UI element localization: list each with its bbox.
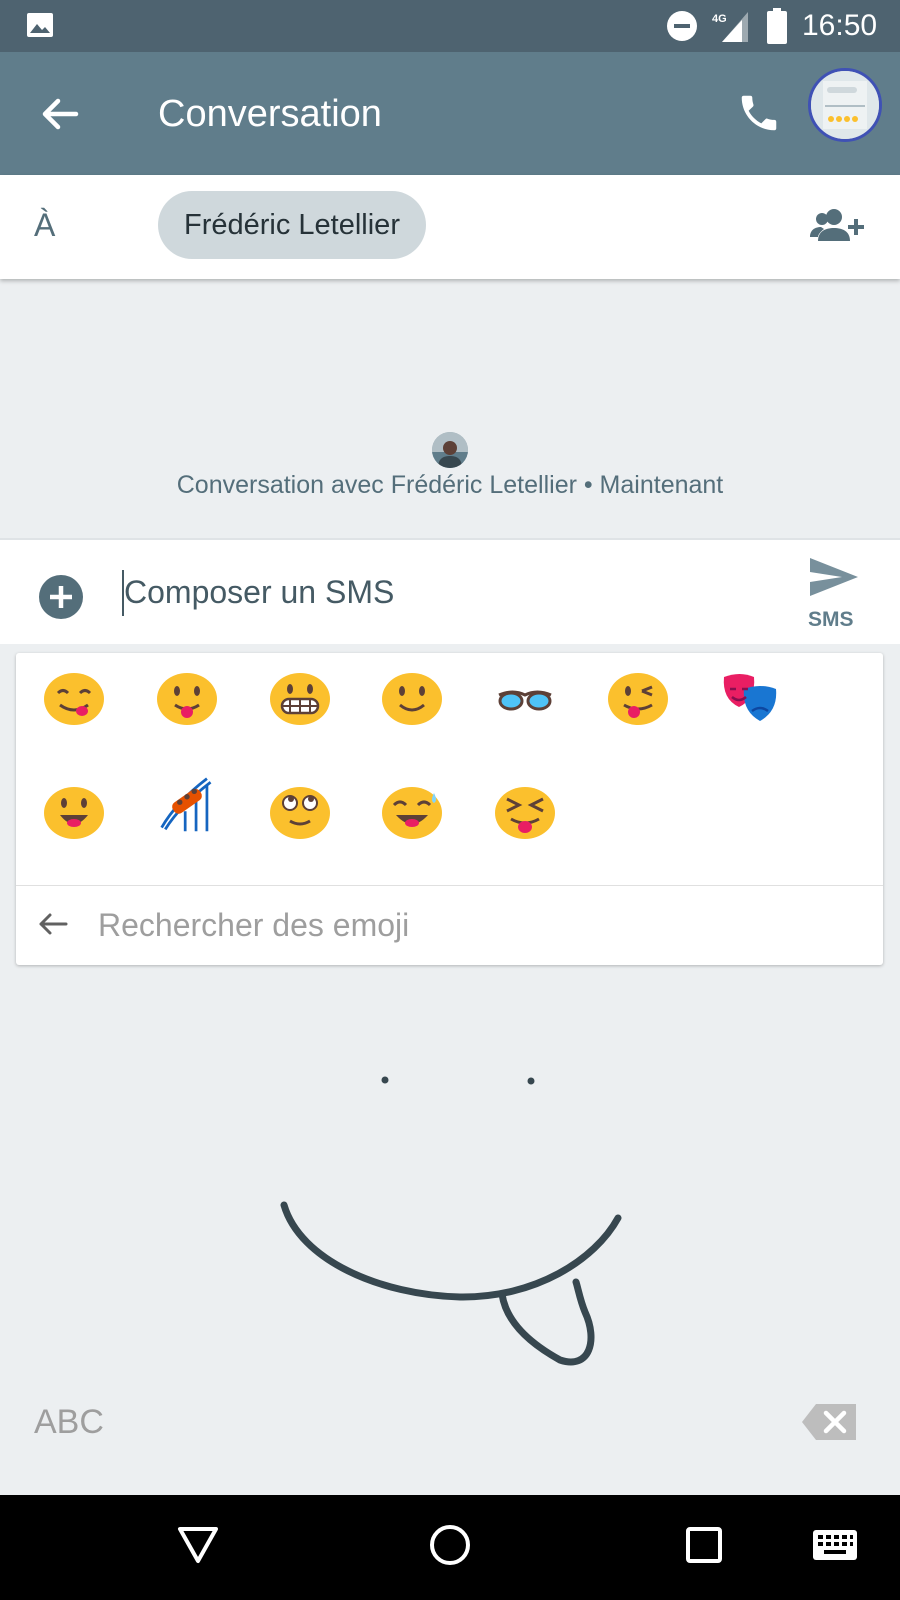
emoji-panel: Rechercher des emoji <box>16 653 883 965</box>
keyboard-switch-icon[interactable] <box>812 1529 858 1563</box>
app-bar: Conversation <box>0 52 900 175</box>
do-not-disturb-icon <box>667 11 697 41</box>
squint-tongue-face-emoji[interactable] <box>493 783 557 841</box>
signal-icon: 4G <box>712 12 748 42</box>
gallery-icon <box>27 13 53 37</box>
sunglasses-emoji[interactable] <box>493 669 557 727</box>
tongue-face-emoji[interactable] <box>155 669 219 727</box>
abc-keyboard-toggle[interactable]: ABC <box>34 1402 104 1442</box>
wink-tongue-face-emoji[interactable] <box>606 669 670 727</box>
yum-face-emoji[interactable] <box>42 669 106 727</box>
status-bar: 4G 16:50 <box>0 0 900 52</box>
network-label: 4G <box>712 13 727 25</box>
phone-icon[interactable] <box>736 90 782 136</box>
home-nav-icon[interactable] <box>428 1523 472 1567</box>
smile-face-emoji[interactable] <box>380 669 444 727</box>
handwriting-canvas[interactable] <box>0 970 900 1410</box>
drawn-left-eye <box>381 1076 389 1084</box>
send-icon[interactable] <box>808 556 860 598</box>
app-title: Conversation <box>158 93 382 135</box>
rolling-eyes-face-emoji[interactable] <box>268 783 332 841</box>
performing-arts-emoji[interactable] <box>718 669 782 727</box>
conversation-info: Conversation avec Frédéric Letellier • M… <box>176 471 724 499</box>
avatar[interactable] <box>808 68 882 142</box>
recents-nav-icon[interactable] <box>684 1525 724 1565</box>
back-arrow-icon[interactable] <box>38 92 82 136</box>
navigation-bar <box>0 1495 900 1600</box>
message-input[interactable]: Composer un SMS <box>124 566 394 618</box>
open-mouth-face-emoji[interactable] <box>42 783 106 841</box>
emoji-search-input[interactable]: Rechercher des emoji <box>98 903 409 947</box>
drawn-right-eye <box>527 1077 535 1085</box>
to-label: À <box>34 207 56 243</box>
add-person-icon[interactable] <box>810 207 866 245</box>
recipient-row: À Frédéric Letellier <box>0 175 900 279</box>
drawn-mouth <box>280 1201 622 1301</box>
compose-bar: Composer un SMS SMS <box>0 538 900 644</box>
backspace-icon[interactable] <box>802 1402 858 1442</box>
back-nav-icon[interactable] <box>176 1525 220 1565</box>
emoji-panel-divider <box>16 885 883 886</box>
contact-avatar <box>432 432 468 468</box>
battery-icon <box>767 8 787 44</box>
add-attachment-icon[interactable] <box>38 574 84 620</box>
send-type-label[interactable]: SMS <box>808 608 854 632</box>
search-back-arrow-icon[interactable] <box>36 907 70 941</box>
sweat-smile-face-emoji[interactable] <box>380 783 444 841</box>
grinning-face-emoji[interactable] <box>268 669 332 727</box>
roller-coaster-emoji[interactable] <box>155 775 219 833</box>
recipient-chip[interactable]: Frédéric Letellier <box>158 191 426 259</box>
status-time: 16:50 <box>802 9 878 42</box>
